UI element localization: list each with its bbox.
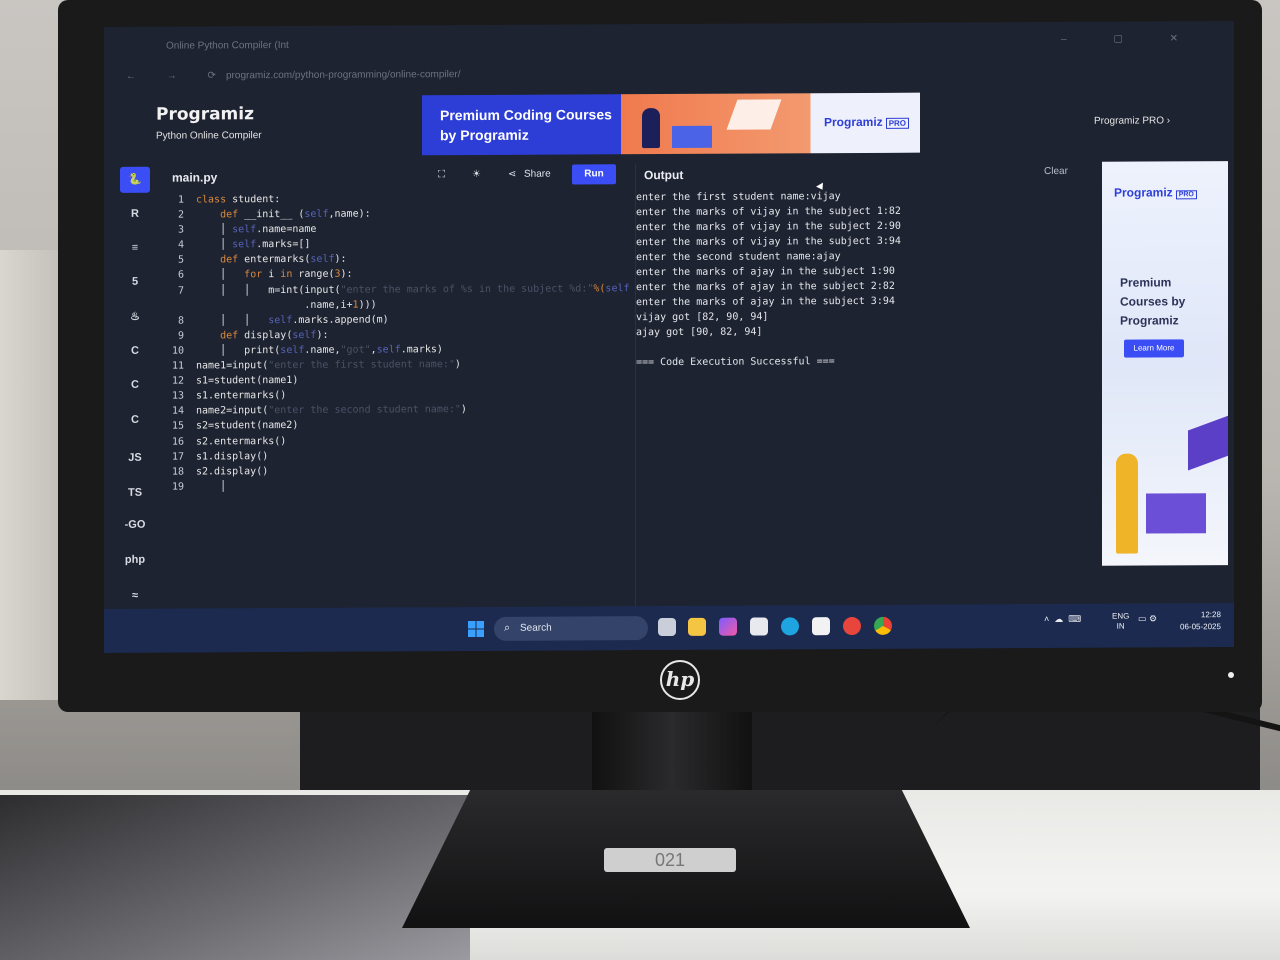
- banner-illustration-books: [672, 125, 712, 148]
- lang-php-icon[interactable]: php: [120, 547, 150, 573]
- language-sidebar: 🐍 R ≡ 5 ♨ C C C JS TS -GO php ≈: [118, 166, 152, 627]
- fullscreen-icon[interactable]: ⛶: [438, 169, 445, 180]
- lang-swift-icon[interactable]: ≈: [120, 583, 150, 609]
- banner-pro-logo-text: Programiz: [824, 114, 883, 130]
- file-tab-main-py[interactable]: main.py: [172, 170, 217, 184]
- language-code: ENG: [1112, 611, 1130, 621]
- code-line: 19 │: [171, 481, 227, 493]
- taskbar-search[interactable]: ⌕ Search: [494, 616, 648, 641]
- programiz-brand[interactable]: Programiz Python Online Compiler: [156, 104, 262, 142]
- copilot-icon[interactable]: [719, 617, 737, 636]
- lang-c-icon[interactable]: C: [120, 338, 150, 364]
- photos-icon[interactable]: [812, 617, 830, 636]
- search-icon: ⌕: [504, 621, 511, 634]
- side-ad-illustration-cube: [1188, 415, 1228, 471]
- programiz-logo[interactable]: Programiz: [156, 104, 262, 125]
- nav-buttons[interactable]: ← → ⟳: [126, 70, 230, 82]
- edge-icon[interactable]: [781, 617, 799, 636]
- ad-banner[interactable]: Premium Coding Courses by Programiz Prog…: [422, 92, 920, 156]
- lang-r-icon[interactable]: R: [120, 201, 150, 227]
- opera-icon[interactable]: [843, 616, 861, 636]
- lang-sql-icon[interactable]: ≡: [120, 235, 150, 261]
- side-ad-tag: PRO: [1175, 190, 1197, 200]
- output-title: Output: [644, 167, 684, 183]
- lang-csharp-icon[interactable]: C: [120, 407, 150, 433]
- power-led: [1228, 672, 1234, 678]
- input-language-indicator[interactable]: ENG IN: [1112, 612, 1129, 632]
- hp-logo: hp: [660, 660, 700, 700]
- side-ad-illustration-person: [1116, 453, 1138, 554]
- taskbar-clock[interactable]: 12:28 06-05-2025: [1180, 609, 1221, 633]
- code-editor[interactable]: 1 class student: 2 def __init__ (self,nam…: [166, 192, 636, 496]
- banner-illustration-person: [642, 108, 660, 149]
- clear-button[interactable]: Clear: [1044, 166, 1068, 177]
- lang-go-icon[interactable]: -GO: [120, 512, 150, 538]
- banner-illustration-cube: [726, 99, 782, 130]
- output-console: enter the first student name:vijay enter…: [636, 190, 1056, 372]
- url-field[interactable]: programiz.com/python-programming/online-…: [226, 69, 461, 81]
- network-volume-icons[interactable]: ▭ ⚙: [1138, 613, 1157, 624]
- learn-more-button[interactable]: Learn More: [1124, 339, 1184, 358]
- browser-tab[interactable]: Online Python Compiler (Int: [166, 40, 289, 52]
- browser-titlebar: Online Python Compiler (Int – ▢ ✕: [104, 29, 1234, 59]
- run-button[interactable]: Run: [572, 164, 616, 185]
- banner-pro-tag: PRO: [885, 117, 910, 129]
- side-ad-text: Premium Courses by Programiz: [1120, 275, 1186, 328]
- lang-java-icon[interactable]: ♨: [120, 304, 150, 330]
- screen: Online Python Compiler (Int – ▢ ✕ ← → ⟳ …: [104, 21, 1234, 653]
- window-controls[interactable]: – ▢ ✕: [1061, 33, 1200, 45]
- chrome-icon[interactable]: [874, 616, 892, 635]
- share-button[interactable]: Share: [524, 169, 551, 180]
- taskbar: ⌕ Search ˄ ☁ ⌨ ENG IN ▭ ⚙ 12:28 06-05-20…: [104, 603, 1234, 653]
- page-subtitle: Python Online Compiler: [156, 130, 262, 142]
- lang-html-icon[interactable]: 5: [120, 269, 150, 295]
- clock-time: 12:28: [1200, 610, 1221, 620]
- banner-pro-logo: Programiz PRO: [824, 114, 910, 130]
- system-tray-icons[interactable]: ˄ ☁ ⌨: [1044, 614, 1081, 625]
- side-ad[interactable]: Programiz PRO Premium Courses by Programi…: [1102, 161, 1228, 566]
- theme-toggle-icon[interactable]: ☀: [472, 169, 481, 180]
- file-explorer-icon[interactable]: [688, 617, 706, 636]
- desk-glass: [0, 795, 470, 960]
- lang-typescript-icon[interactable]: TS: [120, 480, 150, 506]
- task-view-icon[interactable]: [658, 617, 676, 637]
- clock-date: 06-05-2025: [1180, 622, 1221, 632]
- programiz-pro-link[interactable]: Programiz PRO ›: [1094, 115, 1170, 126]
- lang-javascript-icon[interactable]: JS: [120, 445, 150, 471]
- address-bar: ← → ⟳ programiz.com/python-programming/o…: [104, 61, 1234, 89]
- lang-python-icon[interactable]: 🐍: [120, 166, 150, 193]
- taskbar-search-label: Search: [520, 622, 552, 634]
- output-line: === Code Execution Successful ===: [636, 356, 835, 369]
- windows-start-icon[interactable]: [468, 620, 484, 638]
- share-icon[interactable]: ⋖: [508, 169, 516, 180]
- side-ad-illustration-books: [1146, 493, 1206, 534]
- banner-headline: Premium Coding Courses by Programiz: [440, 106, 612, 144]
- region-code: IN: [1116, 621, 1125, 631]
- asset-label: 021: [604, 848, 736, 872]
- side-ad-logo: Programiz PRO: [1114, 185, 1197, 200]
- lang-cpp-icon[interactable]: C: [120, 372, 150, 398]
- store-icon[interactable]: [750, 617, 768, 636]
- side-ad-logo-text: Programiz: [1114, 185, 1173, 200]
